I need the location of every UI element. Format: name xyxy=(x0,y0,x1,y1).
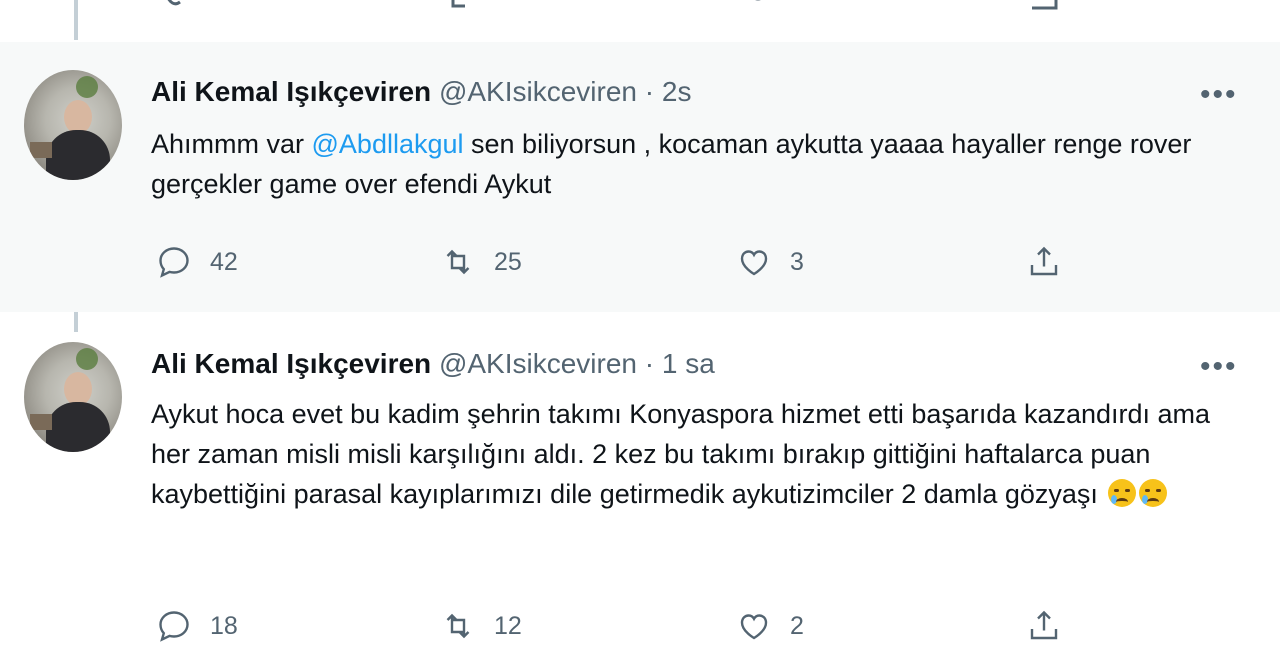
heart-icon xyxy=(740,250,768,276)
share-button[interactable] xyxy=(1026,244,1062,280)
like-count: 2 xyxy=(790,611,804,640)
previous-tweet-actions xyxy=(0,0,1280,14)
retweet-count: 25 xyxy=(494,247,522,276)
separator-dot: · xyxy=(644,76,655,107)
like-count: 3 xyxy=(790,247,804,276)
retweet-icon xyxy=(446,249,470,275)
share-icon xyxy=(1030,246,1058,276)
like-button[interactable]: 2 xyxy=(736,608,804,644)
author-handle[interactable]: @AKIsikceviren xyxy=(439,76,637,107)
more-icon[interactable]: ••• xyxy=(1200,352,1238,382)
retweet-count: 12 xyxy=(494,611,522,640)
tweet[interactable]: Ali Kemal Işıkçeviren @AKIsikceviren · 2… xyxy=(0,42,1280,312)
tweet-header: Ali Kemal Işıkçeviren @AKIsikceviren · 2… xyxy=(151,76,691,108)
author-handle[interactable]: @AKIsikceviren xyxy=(439,348,637,379)
author-name[interactable]: Ali Kemal Işıkçeviren xyxy=(151,348,431,379)
tweet-text-part: Ahımmm var xyxy=(151,129,312,159)
retweet-button[interactable]: 25 xyxy=(440,244,522,280)
tweet-actions: 42 25 3 xyxy=(0,244,1280,284)
tweet-header: Ali Kemal Işıkçeviren @AKIsikceviren · 1… xyxy=(151,348,715,380)
reply-count: 42 xyxy=(210,247,238,276)
crying-face-emoji xyxy=(1139,479,1168,507)
retweet-icon xyxy=(446,613,470,639)
heart-icon xyxy=(740,614,768,640)
tweet-text: Aykut hoca evet bu kadim şehrin takımı K… xyxy=(151,394,1211,514)
author-name[interactable]: Ali Kemal Işıkçeviren xyxy=(151,76,431,107)
reply-icon xyxy=(159,611,189,642)
avatar[interactable] xyxy=(24,342,122,452)
retweet-button[interactable]: 12 xyxy=(440,608,522,644)
share-icon xyxy=(1030,610,1058,640)
thread-line-top xyxy=(74,0,78,40)
reply-button[interactable]: 42 xyxy=(156,244,238,280)
tweet-actions: 18 12 2 xyxy=(0,608,1280,648)
tweet-text-body: Aykut hoca evet bu kadim şehrin takımı K… xyxy=(151,399,1211,509)
tweet-text: Ahımmm var @Abdllakgul sen biliyorsun , … xyxy=(151,124,1231,204)
reply-count: 18 xyxy=(210,611,238,640)
mention-link[interactable]: @Abdllakgul xyxy=(312,129,464,159)
previous-action-icons xyxy=(167,0,1058,10)
tweet[interactable]: Ali Kemal Işıkçeviren @AKIsikceviren · 1… xyxy=(0,312,1280,642)
like-button[interactable]: 3 xyxy=(736,244,804,280)
separator-dot: · xyxy=(644,348,655,379)
tweet-time[interactable]: 2s xyxy=(662,76,692,107)
crying-face-emoji xyxy=(1108,479,1137,507)
share-button[interactable] xyxy=(1026,608,1062,644)
tweet-time[interactable]: 1 sa xyxy=(662,348,715,379)
more-icon[interactable]: ••• xyxy=(1200,80,1238,110)
reply-icon xyxy=(159,247,189,278)
avatar[interactable] xyxy=(24,70,122,180)
reply-button[interactable]: 18 xyxy=(156,608,238,644)
